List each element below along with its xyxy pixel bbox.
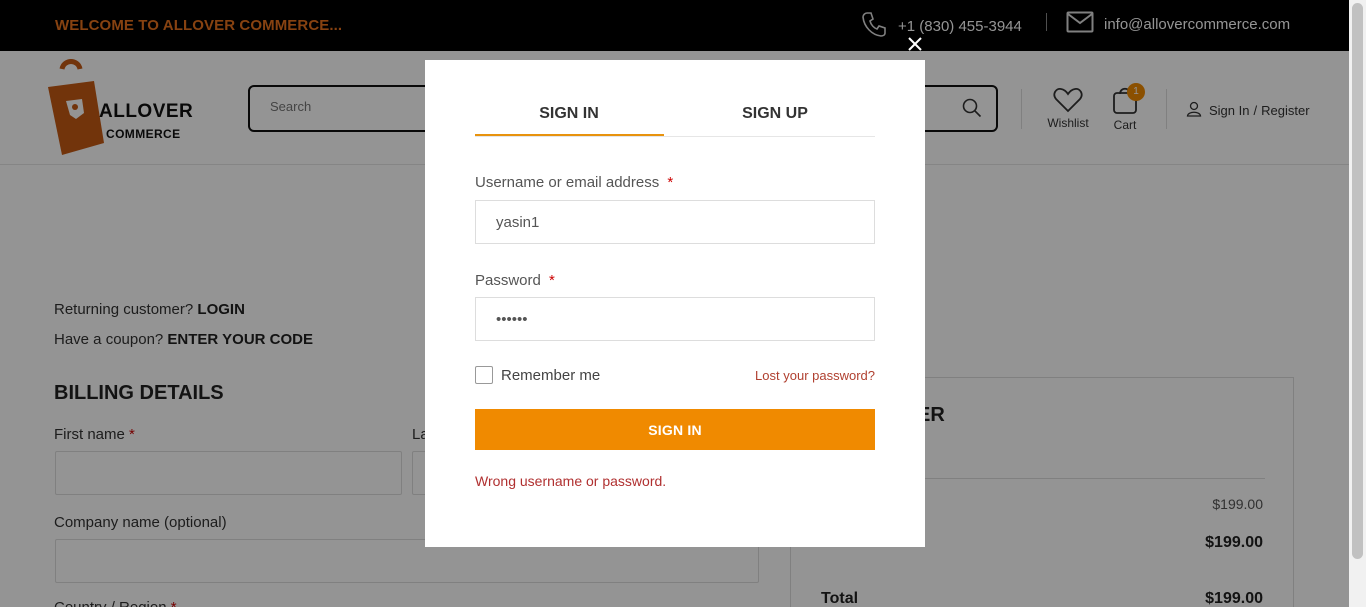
tab-sign-up[interactable]: SIGN UP — [681, 105, 869, 123]
remember-me[interactable]: Remember me — [475, 366, 600, 384]
scrollbar-thumb[interactable] — [1352, 3, 1363, 559]
tab-sign-in[interactable]: SIGN IN — [475, 105, 663, 123]
remember-label: Remember me — [501, 366, 601, 384]
username-label-text: Username or email address — [475, 174, 660, 191]
remember-checkbox[interactable] — [475, 366, 493, 384]
auth-tabs: SIGN IN SIGN UP — [475, 102, 875, 137]
required-mark: * — [667, 174, 674, 191]
username-label: Username or email address * — [475, 174, 673, 191]
lost-password-link[interactable]: Lost your password? — [755, 368, 875, 383]
password-label-text: Password — [475, 272, 541, 289]
login-modal: SIGN IN SIGN UP Username or email addres… — [425, 60, 925, 547]
active-tab-indicator — [475, 134, 664, 136]
sign-in-button[interactable]: SIGN IN — [475, 409, 875, 450]
close-icon[interactable] — [905, 34, 925, 54]
password-label: Password * — [475, 272, 555, 289]
username-input[interactable] — [475, 200, 875, 244]
password-input[interactable] — [475, 297, 875, 341]
required-mark: * — [549, 272, 555, 289]
error-message: Wrong username or password. — [475, 473, 667, 489]
